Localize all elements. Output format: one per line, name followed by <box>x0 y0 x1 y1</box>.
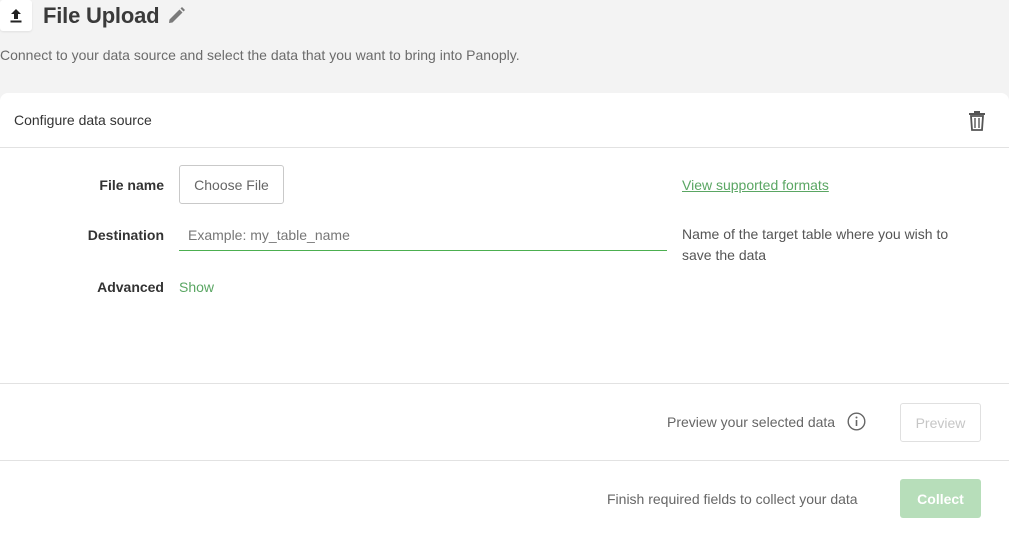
card-title: Configure data source <box>14 112 152 128</box>
view-formats-link[interactable]: View supported formats <box>682 177 829 193</box>
divider <box>0 460 1009 461</box>
destination-label: Destination <box>87 227 164 243</box>
advanced-label: Advanced <box>97 279 164 295</box>
configure-card: Configure data source File name Choose F… <box>0 93 1009 536</box>
pencil-icon[interactable] <box>167 6 186 25</box>
page-header: File Upload <box>0 0 1009 32</box>
info-icon[interactable] <box>847 412 866 431</box>
upload-icon <box>0 0 32 31</box>
destination-input[interactable] <box>179 220 667 251</box>
preview-button[interactable]: Preview <box>900 403 981 442</box>
preview-text: Preview your selected data <box>667 414 836 430</box>
collect-button[interactable]: Collect <box>900 479 981 518</box>
file-name-label: File name <box>99 177 164 193</box>
collect-status-text: Finish required fields to collect your d… <box>607 491 858 507</box>
choose-file-button[interactable]: Choose File <box>179 165 284 204</box>
card-header: Configure data source <box>0 93 1009 148</box>
advanced-show-toggle[interactable]: Show <box>179 279 214 295</box>
page-subtitle: Connect to your data source and select t… <box>0 47 520 63</box>
page-title: File Upload <box>43 3 160 28</box>
trash-icon[interactable] <box>967 110 987 132</box>
destination-help-text: Name of the target table where you wish … <box>682 226 949 263</box>
divider <box>0 383 1009 384</box>
